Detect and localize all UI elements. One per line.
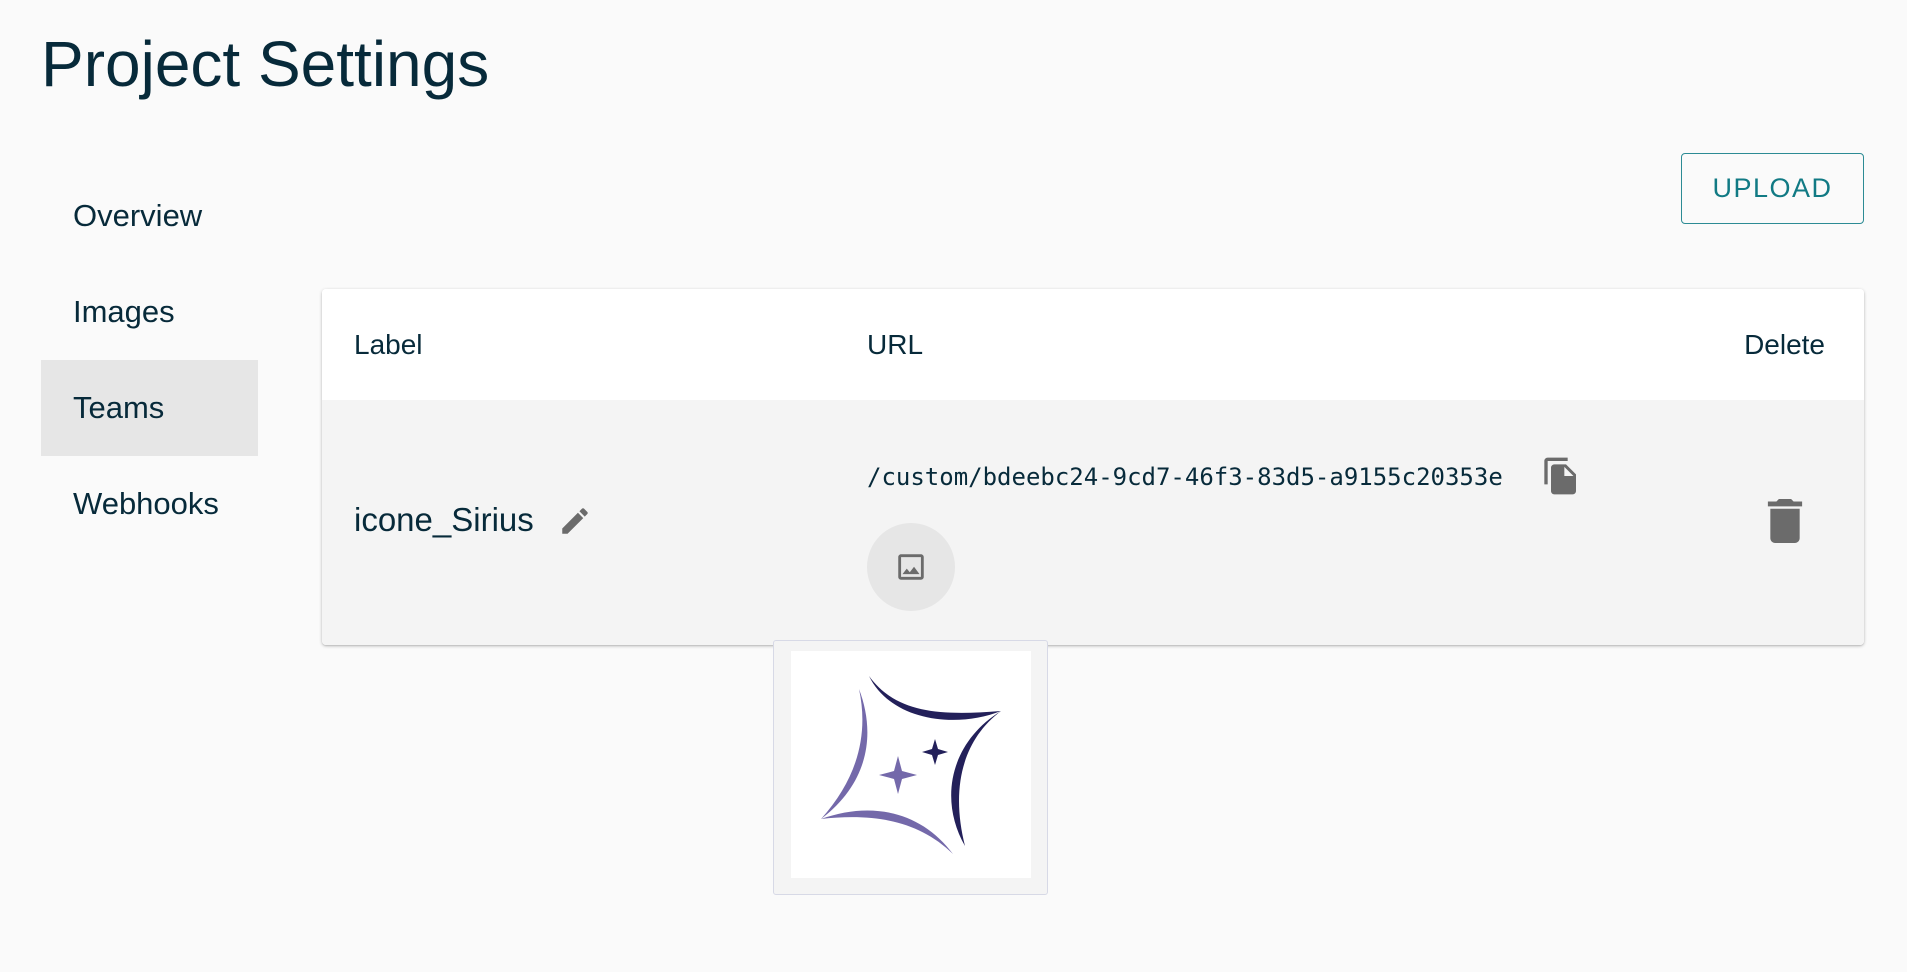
- column-header-label: Label: [354, 328, 423, 360]
- sirius-logo-image: [791, 651, 1031, 878]
- table-row: icone_Sirius /custom/bdeebc24-9cd7-46f3-…: [322, 400, 1864, 645]
- sidebar-item-teams[interactable]: Teams: [41, 360, 258, 456]
- image-preview-popover: [773, 640, 1048, 895]
- settings-sidebar: Overview Images Teams Webhooks: [41, 168, 258, 552]
- copy-icon[interactable]: [1541, 456, 1581, 496]
- table-header: Label URL Delete: [322, 289, 1864, 400]
- trash-icon[interactable]: [1767, 499, 1803, 543]
- image-url: /custom/bdeebc24-9cd7-46f3-83d5-a9155c20…: [867, 463, 1503, 491]
- sidebar-item-images[interactable]: Images: [41, 264, 258, 360]
- sidebar-item-webhooks[interactable]: Webhooks: [41, 456, 258, 552]
- image-preview-button[interactable]: [867, 523, 955, 611]
- images-table: Label URL Delete icone_Sirius /custom/bd…: [322, 289, 1864, 645]
- column-header-url: URL: [867, 328, 924, 360]
- pencil-icon[interactable]: [558, 504, 592, 538]
- image-icon: [898, 554, 924, 580]
- image-label: icone_Sirius: [354, 501, 534, 538]
- column-header-delete: Delete: [1744, 328, 1825, 360]
- upload-button[interactable]: UPLOAD: [1681, 153, 1864, 224]
- page-title: Project Settings: [41, 28, 490, 100]
- sidebar-item-overview[interactable]: Overview: [41, 168, 258, 264]
